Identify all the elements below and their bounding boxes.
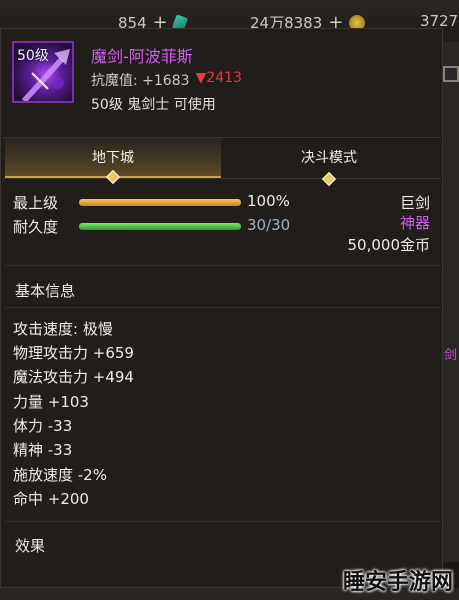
divider — [5, 265, 441, 266]
attribute-line: 魔法攻击力 +494 — [13, 368, 134, 386]
attribute-line: 物理攻击力 +659 — [13, 344, 134, 362]
upgrade-bar — [79, 199, 241, 206]
attribute-line: 施放速度 -2% — [13, 466, 107, 484]
attribute-line: 精神 -33 — [13, 441, 73, 459]
tab-duel-mode[interactable]: 决斗模式 — [221, 138, 437, 187]
magic-resist: 抗魔值: +1683 ▼2413 — [91, 70, 242, 90]
upgrade-value: 100% — [247, 192, 290, 210]
attribute-line: 力量 +103 — [13, 393, 89, 411]
durability-value: 30/30 — [247, 216, 291, 234]
item-level-badge: 50级 — [17, 48, 49, 64]
usage-requirement: 50级 鬼剑士 可使用 — [91, 97, 216, 113]
sell-price: 50,000金币 — [347, 236, 431, 254]
tab-dungeon-label: 地下城 — [92, 150, 134, 166]
effects-heading: 效果 — [15, 537, 46, 555]
attribute-line: 攻击速度: 极慢 — [13, 320, 113, 338]
divider — [5, 521, 441, 522]
active-indicator-icon — [105, 169, 121, 185]
weapon-type: 巨剑 — [399, 194, 430, 212]
tab-dungeon[interactable]: 地下城 — [5, 138, 221, 185]
attribute-line: 体力 -33 — [13, 417, 73, 435]
divider — [5, 307, 441, 308]
durability-bar-fill — [79, 223, 241, 230]
window-icon — [443, 66, 459, 82]
durability-bar — [79, 223, 241, 230]
site-watermark: 睡安手游网 — [342, 570, 453, 595]
background-window-edge: 剑 — [443, 42, 459, 562]
upgrade-label: 最上级 — [13, 194, 59, 212]
item-tooltip: 50级 魔剑-阿波菲斯 抗魔值: +1683 ▼2413 50级 鬼剑士 可使用… — [0, 28, 443, 588]
rarity-label: 神器 — [399, 214, 430, 232]
tab-duel-label: 决斗模式 — [301, 150, 357, 166]
tab-indicator-icon — [321, 171, 337, 187]
item-icon: 50级 — [12, 41, 74, 103]
upgrade-bar-fill — [79, 199, 241, 206]
basic-info-heading: 基本信息 — [15, 282, 76, 300]
resist-decrease: ▼2413 — [195, 70, 242, 86]
item-name: 魔剑-阿波菲斯 — [91, 47, 193, 66]
attribute-line: 命中 +200 — [13, 490, 89, 508]
background-fragment-text: 剑 — [444, 348, 458, 363]
resist-label: 抗魔值: +1683 — [91, 73, 190, 89]
mode-tabs: 地下城 决斗模式 — [3, 137, 441, 187]
durability-label: 耐久度 — [13, 218, 59, 236]
